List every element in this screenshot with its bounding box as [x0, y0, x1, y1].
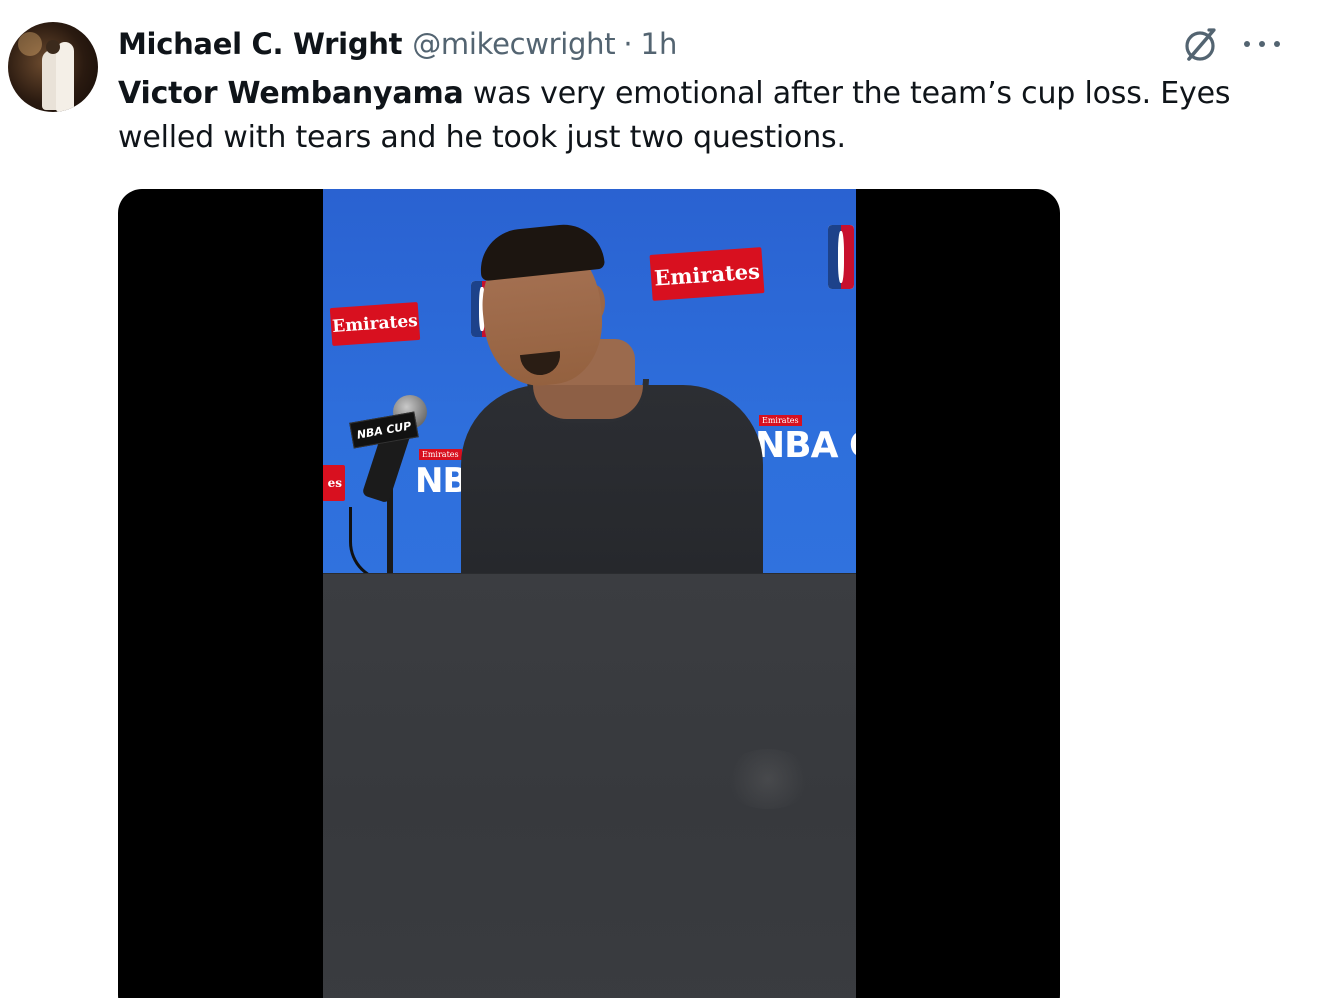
more-dot [1259, 41, 1265, 47]
mention-link[interactable]: Victor Wembanyama [118, 76, 464, 111]
tweet[interactable]: Michael C. Wright @mikecwright · 1h Vict… [0, 0, 1318, 998]
tweet-header: Michael C. Wright @mikecwright · 1h [118, 22, 677, 66]
more-icon[interactable] [1244, 30, 1280, 58]
author-handle[interactable]: @mikecwright [412, 27, 615, 61]
timestamp[interactable]: 1h [641, 27, 678, 61]
more-dot [1244, 41, 1250, 47]
author-name[interactable]: Michael C. Wright [118, 27, 403, 61]
avatar-figure [56, 42, 74, 112]
avatar[interactable] [8, 22, 98, 112]
avatar-glow [18, 32, 42, 56]
tweet-text: Victor Wembanyama was very emotional aft… [118, 72, 1258, 160]
more-dot [1274, 41, 1280, 47]
separator: · [623, 27, 633, 61]
video-player[interactable]: Emirates Emirates es Emirates NBA CUP Em… [118, 189, 1060, 998]
grok-icon[interactable] [1180, 25, 1220, 65]
video-frame[interactable]: Emirates Emirates es Emirates NBA CUP Em… [323, 189, 856, 998]
avatar-head [46, 40, 60, 54]
podium-shading [723, 749, 813, 809]
speaker-chest [533, 385, 643, 419]
